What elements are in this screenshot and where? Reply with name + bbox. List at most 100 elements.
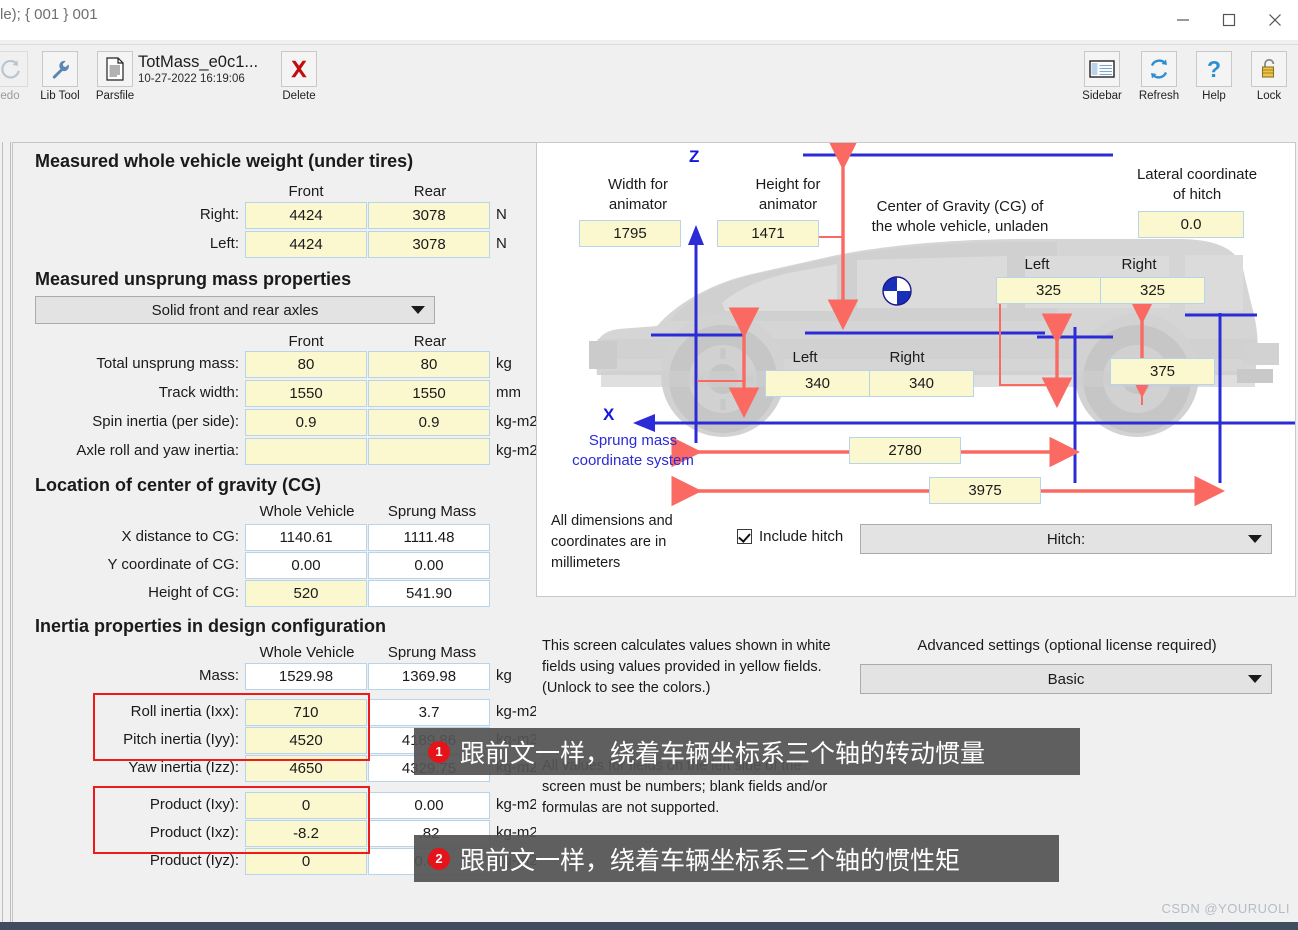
annotation-badge-2: 2 [428, 847, 450, 870]
row-label-x-distance: X distance to CG: [121, 528, 239, 545]
width-animator-label: Width for animator [607, 176, 668, 213]
field-height-cg-sprung: 541.90 [368, 580, 490, 607]
refresh-icon [1141, 51, 1177, 87]
maximize-button[interactable] [1206, 0, 1252, 40]
hitch-dropdown-value: Hitch: [1046, 530, 1086, 548]
advanced-settings-value: Basic [1047, 670, 1085, 688]
wrench-icon [42, 51, 78, 87]
advanced-settings-dropdown[interactable]: Basic [860, 664, 1272, 694]
sidebar-button[interactable]: Sidebar [1074, 51, 1130, 102]
left-scrollbar[interactable] [2, 142, 11, 924]
minimize-button[interactable] [1160, 0, 1206, 40]
row-label-spin-inertia: Spin inertia (per side): [92, 413, 239, 430]
section-title-unsprung: Measured unsprung mass properties [35, 269, 352, 289]
row-label-unsprung-mass: Total unsprung mass: [96, 355, 239, 372]
field-product-iyz-whole[interactable]: 0 [245, 848, 367, 875]
field-rear-left[interactable]: 325 [996, 277, 1101, 304]
field-unsprung-mass-front[interactable]: 80 [245, 351, 367, 378]
window-title: le); { 001 } 001 [0, 6, 98, 23]
unsprung-type-value: Solid front and rear axles [151, 301, 319, 319]
hitch-dropdown[interactable]: Hitch: [860, 524, 1272, 554]
parsfile-button[interactable]: Parsfile [87, 51, 143, 102]
row-label-axle-roll-yaw: Axle roll and yaw inertia: [76, 442, 239, 459]
row-label-product-ixy: Product (Ixy): [149, 796, 239, 813]
unit-product-ixy: kg-m2 [496, 796, 538, 813]
field-left-front[interactable]: 4424 [245, 231, 367, 258]
field-yaw-inertia-whole[interactable]: 4650 [245, 755, 367, 782]
row-label-roll-inertia: Roll inertia (Ixx): [130, 703, 239, 720]
help-button[interactable]: ? Help [1186, 51, 1242, 102]
field-roll-inertia-whole[interactable]: 710 [245, 699, 367, 726]
unit-track-width: mm [496, 384, 521, 401]
annotation-overlay-1: 1 跟前文一样，绕着车辆坐标系三个轴的转动惯量 [414, 728, 1080, 775]
chevron-down-icon-hitch [1248, 535, 1262, 543]
col-header-whole-2: Whole Vehicle [259, 644, 355, 661]
parsfile-name: TotMass_e0c1... [138, 53, 259, 71]
sidebar-label: Sidebar [1082, 90, 1122, 102]
field-product-ixz-whole[interactable]: -8.2 [245, 820, 367, 847]
field-rear-right[interactable]: 325 [1100, 277, 1205, 304]
field-lateral-hitch[interactable]: 0.0 [1138, 211, 1244, 238]
question-icon: ? [1196, 51, 1232, 87]
include-hitch-label: Include hitch [759, 528, 844, 545]
field-wheelbase[interactable]: 2780 [849, 437, 961, 464]
delete-button[interactable]: Delete [271, 51, 327, 102]
field-height-cg-whole[interactable]: 520 [245, 580, 367, 607]
right-panel: Width for animator 1795 Height for anima… [536, 142, 1298, 924]
field-track-width-rear[interactable]: 1550 [368, 380, 490, 407]
field-overall-length[interactable]: 3975 [929, 477, 1041, 504]
redo-icon [0, 51, 28, 87]
field-x-distance-sprung: 1111.48 [368, 524, 490, 551]
field-front-left[interactable]: 340 [765, 370, 870, 397]
parsfile-label: Parsfile [95, 90, 135, 102]
col-header-front-1: Front [288, 183, 324, 200]
parsfile-info: TotMass_e0c1... 10-27-2022 16:19:06 [138, 53, 258, 85]
close-button[interactable] [1252, 0, 1298, 40]
section-title-weight: Measured whole vehicle weight (under tir… [35, 151, 414, 171]
field-right-rear[interactable]: 3078 [368, 202, 490, 229]
lib-tool-button[interactable]: Lib Tool [32, 51, 88, 102]
field-pitch-inertia-whole[interactable]: 4520 [245, 727, 367, 754]
include-hitch-checkbox[interactable]: Include hitch [737, 528, 843, 545]
lock-button[interactable]: Lock [1241, 51, 1297, 102]
field-track-width-front[interactable]: 1550 [245, 380, 367, 407]
left-form-panel: Measured whole vehicle weight (under tir… [12, 142, 538, 924]
sprung-coordinate-label: Sprung mass coordinate system [572, 432, 694, 469]
field-width-animator[interactable]: 1795 [579, 220, 681, 247]
svg-text:?: ? [1207, 57, 1221, 81]
field-axle-roll-yaw-rear[interactable] [368, 438, 490, 465]
annotation-badge-1: 1 [428, 740, 450, 763]
field-front-right[interactable]: 340 [869, 370, 974, 397]
unit-spin-inertia: kg-m2 [496, 413, 538, 430]
field-height-animator[interactable]: 1471 [717, 220, 819, 247]
field-left-rear[interactable]: 3078 [368, 231, 490, 258]
unit-mass: kg [496, 667, 512, 684]
padlock-icon [1251, 51, 1287, 87]
refresh-button[interactable]: Refresh [1131, 51, 1187, 102]
field-right-front[interactable]: 4424 [245, 202, 367, 229]
field-unsprung-mass-rear[interactable]: 80 [368, 351, 490, 378]
unsprung-type-dropdown[interactable]: Solid front and rear axles [35, 296, 435, 324]
unit-roll-inertia: kg-m2 [496, 703, 538, 720]
row-label-track-width: Track width: [158, 384, 239, 401]
field-spin-inertia-rear[interactable]: 0.9 [368, 409, 490, 436]
redo-label: edo [0, 90, 20, 102]
axis-label-z: Z [689, 147, 700, 166]
section-title-inertia: Inertia properties in design configurati… [35, 616, 387, 636]
row-label-y-coordinate: Y coordinate of CG: [107, 556, 239, 573]
unit-axle-roll-yaw: kg-m2 [496, 442, 538, 459]
field-spin-inertia-front[interactable]: 0.9 [245, 409, 367, 436]
field-hitch-height[interactable]: 375 [1110, 358, 1215, 385]
calc-note: This screen calculates values shown in w… [542, 638, 831, 696]
field-axle-roll-yaw-front[interactable] [245, 438, 367, 465]
content-area: Measured whole vehicle weight (under tir… [0, 120, 1298, 930]
field-mass-whole: 1529.98 [245, 663, 367, 690]
field-product-ixy-whole[interactable]: 0 [245, 792, 367, 819]
application-window: le); { 001 } 001 edo Lib Tool Parsfile T… [0, 0, 1298, 930]
title-bar: le); { 001 } 001 [0, 0, 1298, 41]
row-label-yaw-inertia: Yaw inertia (Izz): [128, 759, 239, 776]
axis-label-x: X [603, 405, 615, 424]
window-controls [1160, 0, 1298, 40]
checkbox-icon [737, 529, 752, 544]
chevron-down-icon-advanced [1248, 675, 1262, 683]
